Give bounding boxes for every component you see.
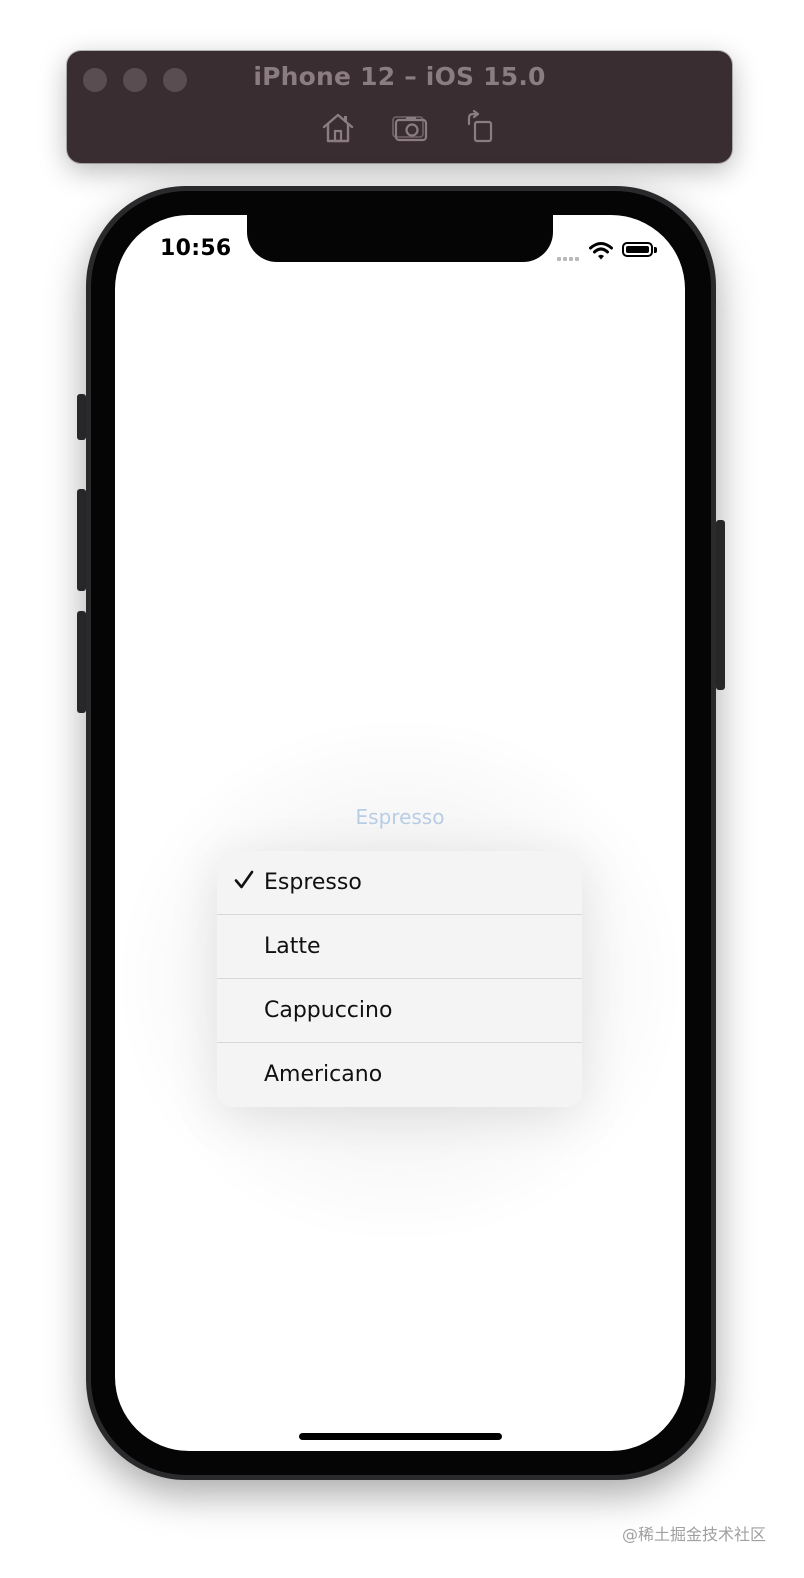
home-button[interactable]: [318, 110, 358, 146]
wifi-icon: [589, 242, 613, 260]
status-time: 10:56: [160, 236, 232, 261]
home-indicator[interactable]: [299, 1433, 502, 1440]
menu-item-label: Latte: [264, 934, 321, 959]
rotate-icon: [467, 110, 493, 143]
notch: [247, 192, 553, 262]
volume-down-button: [77, 611, 86, 713]
menu-item-label: Cappuccino: [264, 998, 393, 1023]
screenshot-button[interactable]: [391, 110, 431, 146]
page: iPhone 12 – iOS 15.0 10:56 Espresso Espr…: [0, 0, 804, 1578]
battery-cap: [654, 247, 657, 253]
menu-item-label: Americano: [264, 1062, 383, 1087]
picker-button[interactable]: Espresso: [115, 805, 685, 829]
simulator-title: iPhone 12 – iOS 15.0: [253, 62, 546, 91]
silent-switch: [77, 394, 86, 440]
cellular-signal-icon: [557, 256, 581, 261]
menu-item-latte[interactable]: Latte: [217, 915, 582, 979]
volume-up-button: [77, 489, 86, 591]
menu-item-espresso[interactable]: Espresso: [217, 851, 582, 915]
side-power-button: [716, 520, 725, 690]
screenshot-icon: [392, 116, 428, 142]
picker-menu: Espresso Latte Cappuccino Americano: [217, 851, 582, 1107]
battery-icon: [622, 242, 653, 257]
home-icon: [322, 113, 354, 143]
rotate-button[interactable]: [461, 110, 501, 146]
menu-item-cappuccino[interactable]: Cappuccino: [217, 979, 582, 1043]
menu-item-americano[interactable]: Americano: [217, 1043, 582, 1107]
checkmark-icon: [234, 870, 254, 889]
watermark: @稀土掘金技术社区: [622, 1525, 767, 1544]
menu-item-label: Espresso: [264, 870, 362, 895]
